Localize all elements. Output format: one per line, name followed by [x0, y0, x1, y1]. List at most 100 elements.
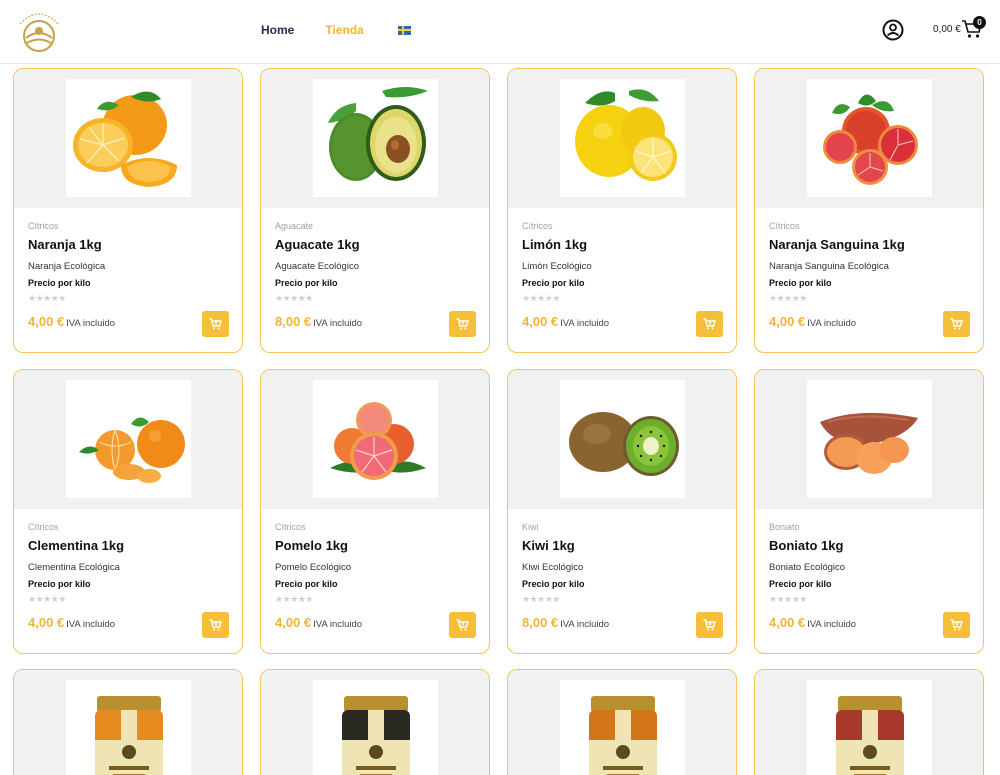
price-value: 8,00 €	[522, 615, 559, 630]
clementine-image[interactable]	[66, 380, 191, 498]
add-to-cart-icon	[950, 619, 963, 631]
add-to-cart-button[interactable]	[202, 612, 229, 638]
nav-home-link[interactable]: Home	[261, 23, 294, 37]
add-to-cart-icon	[950, 318, 963, 330]
add-to-cart-button[interactable]	[696, 612, 723, 638]
product-name[interactable]: Pomelo 1kg	[275, 538, 348, 553]
grapefruit-image[interactable]	[313, 380, 438, 498]
price-note: Precio por kilo	[275, 278, 338, 288]
price-note: Precio por kilo	[522, 579, 585, 589]
sweet-potato-image[interactable]	[807, 380, 932, 498]
product-image-area	[508, 670, 736, 775]
price-value: 4,00 €	[275, 615, 312, 630]
add-to-cart-button[interactable]	[943, 612, 970, 638]
product-name[interactable]: Naranja 1kg	[28, 237, 102, 252]
product-name[interactable]: Kiwi 1kg	[522, 538, 575, 553]
rating-stars: ★★★★★	[275, 594, 313, 604]
add-to-cart-icon	[456, 318, 469, 330]
product-description: Aguacate Ecológico	[275, 261, 359, 272]
product-image-area	[14, 670, 242, 775]
honey-jar-image[interactable]	[66, 680, 191, 775]
tax-note: IVA incluido	[66, 318, 116, 329]
product-image-area	[14, 69, 242, 208]
price-value: 4,00 €	[769, 314, 806, 329]
avocado-image[interactable]	[313, 79, 438, 197]
product-category: Cítricos	[28, 522, 59, 532]
product-name[interactable]: Boniato 1kg	[769, 538, 843, 553]
add-to-cart-button[interactable]	[449, 612, 476, 638]
product-card[interactable]: Cítricos Limón 1kg Limón Ecológico Preci…	[507, 68, 737, 353]
product-description: Boniato Ecológico	[769, 562, 846, 573]
product-description: Clementina Ecológica	[28, 562, 120, 573]
add-to-cart-button[interactable]	[449, 311, 476, 337]
product-card[interactable]	[754, 669, 984, 775]
product-price: 4,00 € IVA incluido	[769, 314, 856, 329]
price-value: 4,00 €	[522, 314, 559, 329]
rating-stars: ★★★★★	[522, 293, 560, 303]
product-name[interactable]: Clementina 1kg	[28, 538, 124, 553]
kiwi-image[interactable]	[560, 380, 685, 498]
rating-stars: ★★★★★	[522, 594, 560, 604]
rating-stars: ★★★★★	[28, 293, 66, 303]
add-to-cart-icon	[209, 318, 222, 330]
product-description: Limón Ecológico	[522, 261, 592, 272]
product-description: Naranja Sanguina Ecológica	[769, 261, 889, 272]
product-image-area	[508, 69, 736, 208]
product-card[interactable]: Cítricos Clementina 1kg Clementina Ecoló…	[13, 369, 243, 654]
orange-image[interactable]	[66, 79, 191, 197]
blood-orange-image[interactable]	[807, 79, 932, 197]
tax-note: IVA incluido	[560, 619, 610, 630]
product-description: Pomelo Ecológico	[275, 562, 352, 573]
product-category: Boniato	[769, 522, 800, 532]
rating-stars: ★★★★★	[769, 594, 807, 604]
tax-note: IVA incluido	[560, 318, 610, 329]
product-card[interactable]: Cítricos Naranja Sanguina 1kg Naranja Sa…	[754, 68, 984, 353]
product-description: Kiwi Ecológico	[522, 562, 584, 573]
main-nav: Home Tienda	[261, 23, 411, 37]
product-price: 4,00 € IVA incluido	[28, 314, 115, 329]
price-note: Precio por kilo	[769, 579, 832, 589]
product-name[interactable]: Limón 1kg	[522, 237, 587, 252]
product-image-area	[755, 370, 983, 509]
product-category: Cítricos	[522, 221, 553, 231]
add-to-cart-button[interactable]	[943, 311, 970, 337]
price-value: 4,00 €	[769, 615, 806, 630]
nav-tienda-link[interactable]: Tienda	[325, 23, 363, 37]
product-card[interactable]	[260, 669, 490, 775]
price-note: Precio por kilo	[28, 278, 91, 288]
product-category: Aguacate	[275, 221, 314, 231]
price-note: Precio por kilo	[522, 278, 585, 288]
product-name[interactable]: Aguacate 1kg	[275, 237, 360, 252]
product-image-area	[755, 69, 983, 208]
cart-total[interactable]: 0,00 €	[933, 24, 961, 35]
add-to-cart-icon	[209, 619, 222, 631]
add-to-cart-button[interactable]	[202, 311, 229, 337]
swedish-flag-icon[interactable]	[397, 25, 411, 35]
honey-jar-image[interactable]	[313, 680, 438, 775]
product-name[interactable]: Naranja Sanguina 1kg	[769, 237, 905, 252]
product-card[interactable]: Boniato Boniato 1kg Boniato Ecológico Pr…	[754, 369, 984, 654]
product-card[interactable]: Cítricos Naranja 1kg Naranja Ecológica P…	[13, 68, 243, 353]
product-card[interactable]	[13, 669, 243, 775]
product-image-area	[261, 370, 489, 509]
price-value: 4,00 €	[28, 615, 65, 630]
tax-note: IVA incluido	[313, 318, 363, 329]
honey-jar-image[interactable]	[560, 680, 685, 775]
tax-note: IVA incluido	[66, 619, 116, 630]
product-image-area	[755, 670, 983, 775]
tax-note: IVA incluido	[313, 619, 363, 630]
product-description: Naranja Ecológica	[28, 261, 106, 272]
product-card[interactable]: Cítricos Pomelo 1kg Pomelo Ecológico Pre…	[260, 369, 490, 654]
logo[interactable]	[12, 6, 68, 58]
honey-jar-image[interactable]	[807, 680, 932, 775]
user-account-icon[interactable]	[882, 19, 904, 41]
product-card[interactable]	[507, 669, 737, 775]
price-value: 4,00 €	[28, 314, 65, 329]
product-card[interactable]: Aguacate Aguacate 1kg Aguacate Ecológico…	[260, 68, 490, 353]
product-category: Cítricos	[275, 522, 306, 532]
product-price: 8,00 € IVA incluido	[522, 615, 609, 630]
lemon-image[interactable]	[560, 79, 685, 197]
add-to-cart-button[interactable]	[696, 311, 723, 337]
product-card[interactable]: Kiwi Kiwi 1kg Kiwi Ecológico Precio por …	[507, 369, 737, 654]
product-price: 4,00 € IVA incluido	[275, 615, 362, 630]
